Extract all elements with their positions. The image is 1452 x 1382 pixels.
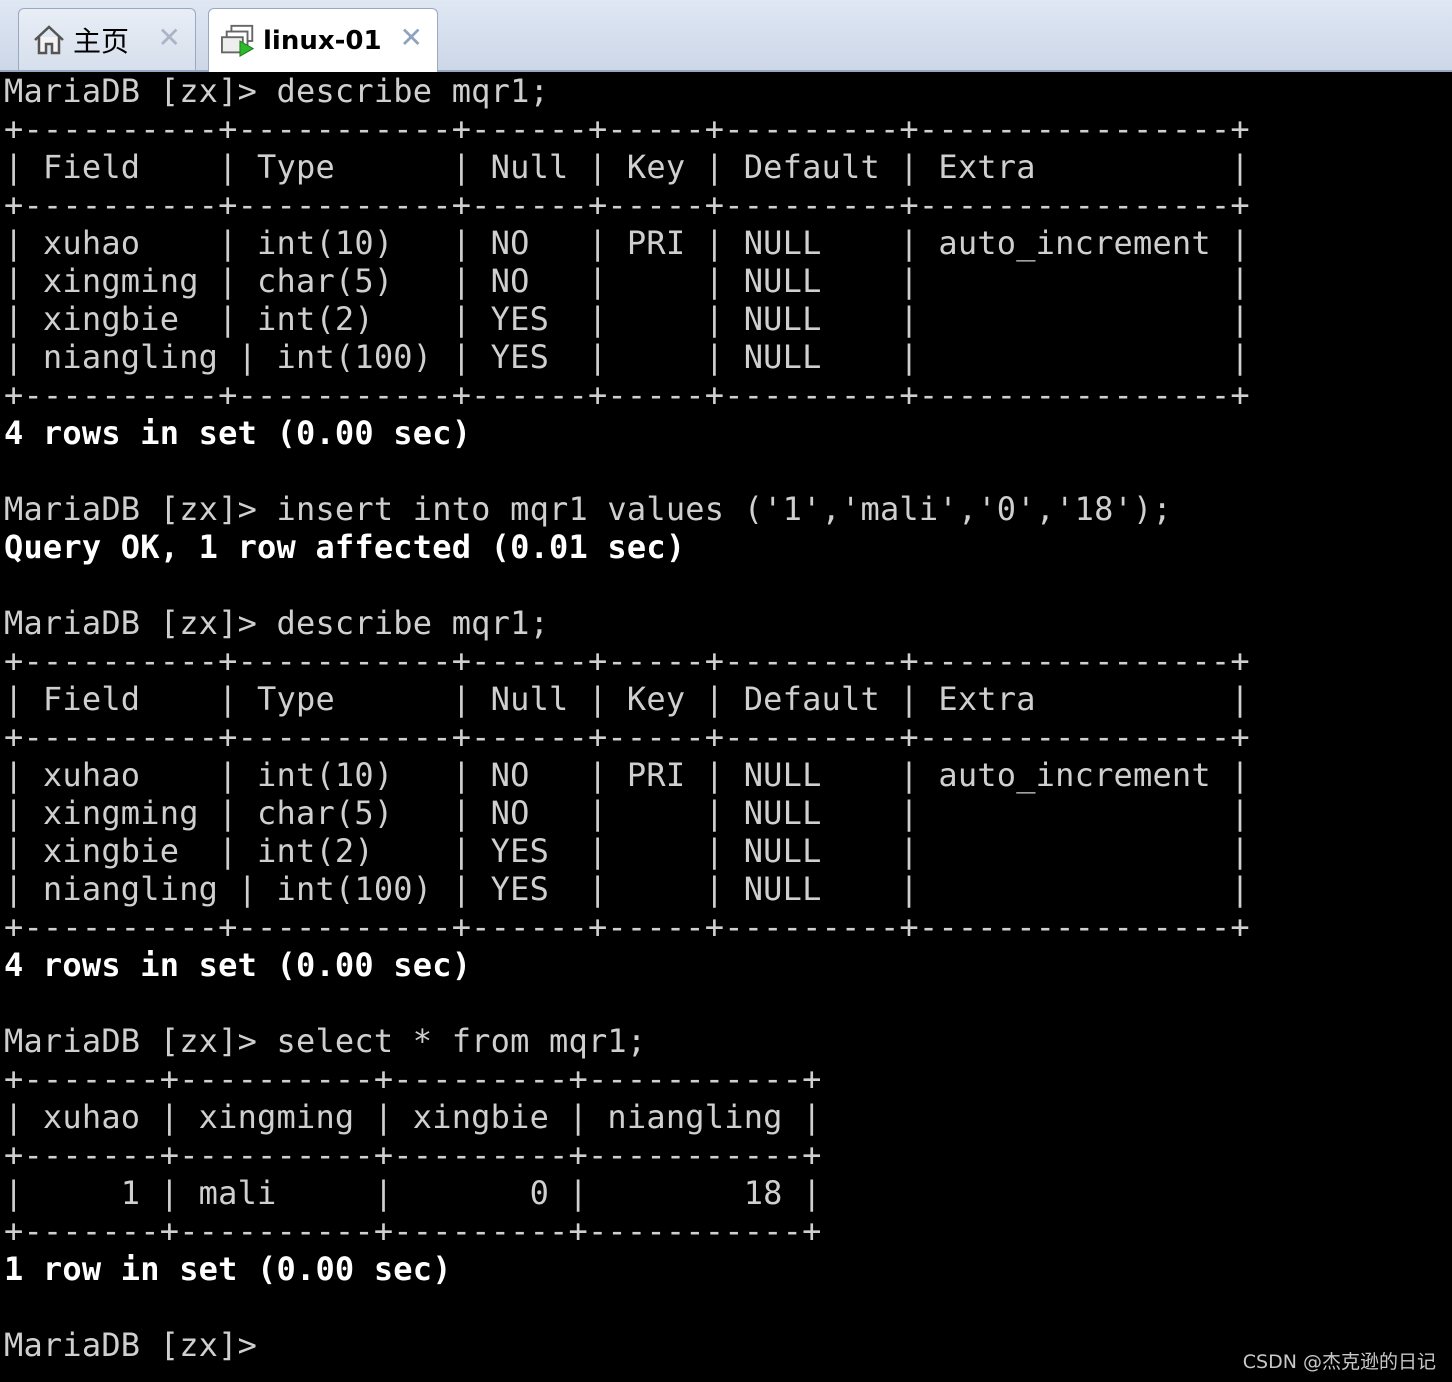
terminal-line: +----------+-----------+------+-----+---…	[4, 908, 1250, 946]
terminal-line: | Field | Type | Null | Key | Default | …	[4, 680, 1250, 718]
terminal-line: Query OK, 1 row affected (0.01 sec)	[4, 528, 686, 566]
tab-home-label: 主页	[73, 24, 130, 58]
terminal-line: | xingming | char(5) | NO | | NULL | |	[4, 794, 1250, 832]
vm-icon	[221, 23, 257, 59]
terminal-line: +----------+-----------+------+-----+---…	[4, 186, 1250, 224]
terminal-line: | xingming | char(5) | NO | | NULL | |	[4, 262, 1250, 300]
terminal-line: +----------+-----------+------+-----+---…	[4, 376, 1250, 414]
terminal-line: | xuhao | int(10) | NO | PRI | NULL | au…	[4, 756, 1250, 794]
terminal-line: | Field | Type | Null | Key | Default | …	[4, 148, 1250, 186]
terminal-line: 4 rows in set (0.00 sec)	[4, 414, 472, 452]
terminal-line: +----------+-----------+------+-----+---…	[4, 718, 1250, 756]
terminal-line: +-------+----------+---------+----------…	[4, 1136, 822, 1174]
terminal-line: +----------+-----------+------+-----+---…	[4, 110, 1250, 148]
terminal-line: MariaDB [zx]> describe mqr1;	[4, 72, 550, 110]
home-icon	[31, 22, 67, 58]
terminal-console[interactable]: MariaDB [zx]> describe mqr1; +----------…	[4, 72, 1452, 1382]
terminal-line: +-------+----------+---------+----------…	[4, 1060, 822, 1098]
terminal-line: 4 rows in set (0.00 sec)	[4, 946, 472, 984]
terminal-line: | xuhao | xingming | xingbie | niangling…	[4, 1098, 822, 1136]
terminal-line: MariaDB [zx]> describe mqr1;	[4, 604, 550, 642]
terminal-line: | 1 | mali | 0 | 18 |	[4, 1174, 822, 1212]
terminal-line: | niangling | int(100) | YES | | NULL | …	[4, 870, 1250, 908]
terminal-line: +-------+----------+---------+----------…	[4, 1212, 822, 1250]
terminal-line: | niangling | int(100) | YES | | NULL | …	[4, 338, 1250, 376]
terminal-line: | xingbie | int(2) | YES | | NULL | |	[4, 832, 1250, 870]
terminal-line: MariaDB [zx]> select * from mqr1;	[4, 1022, 647, 1060]
terminal-line: MariaDB [zx]> insert into mqr1 values ('…	[4, 490, 1172, 528]
tab-home[interactable]: 主页 ✕	[18, 8, 196, 70]
terminal-prompt: MariaDB [zx]>	[4, 1326, 258, 1364]
tab-bar: 主页 ✕ linux-01 ✕	[0, 0, 1452, 72]
tab-linux-01[interactable]: linux-01 ✕	[208, 8, 438, 72]
close-icon[interactable]: ✕	[400, 23, 423, 53]
tab-linux-01-label: linux-01	[263, 25, 382, 56]
terminal-line: | xuhao | int(10) | NO | PRI | NULL | au…	[4, 224, 1250, 262]
vm-console-window: 主页 ✕ linux-01 ✕ MariaDB [zx]> describe m…	[0, 0, 1452, 1382]
terminal-line: +----------+-----------+------+-----+---…	[4, 642, 1250, 680]
watermark: CSDN @杰克逊的日记	[1242, 1351, 1436, 1373]
terminal-line: | xingbie | int(2) | YES | | NULL | |	[4, 300, 1250, 338]
terminal-line: 1 row in set (0.00 sec)	[4, 1250, 452, 1288]
close-icon[interactable]: ✕	[158, 23, 181, 53]
